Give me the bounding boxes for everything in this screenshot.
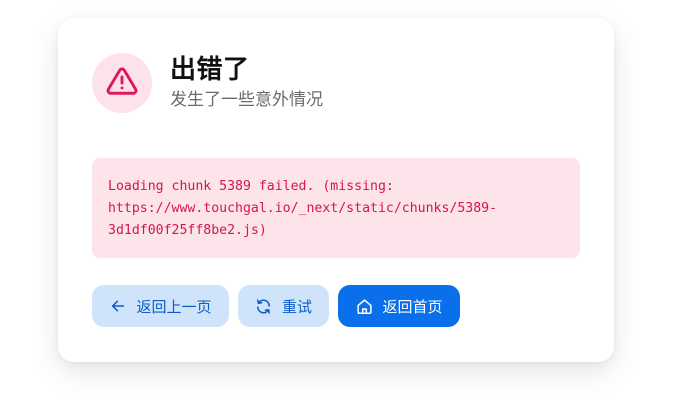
home-icon <box>355 297 373 315</box>
page-background: 出错了 发生了一些意外情况 Loading chunk 5389 failed.… <box>0 0 690 395</box>
page-title: 出错了 <box>170 55 250 85</box>
header-titles: 出错了 发生了一些意外情况 <box>170 55 323 111</box>
warning-triangle-icon <box>106 65 138 101</box>
home-button[interactable]: 返回首页 <box>338 285 460 327</box>
error-message: Loading chunk 5389 failed. (missing: htt… <box>108 179 498 238</box>
warning-badge <box>92 53 152 113</box>
error-header: 出错了 发生了一些意外情况 <box>92 53 323 113</box>
error-card: 出错了 发生了一些意外情况 Loading chunk 5389 failed.… <box>58 18 614 362</box>
refresh-icon <box>255 297 273 315</box>
home-button-label: 返回首页 <box>382 298 443 316</box>
retry-button[interactable]: 重试 <box>238 285 329 327</box>
page-subtitle: 发生了一些意外情况 <box>170 90 323 110</box>
error-message-box: Loading chunk 5389 failed. (missing: htt… <box>92 158 580 258</box>
back-button[interactable]: 返回上一页 <box>92 285 229 327</box>
action-buttons: 返回上一页 重试 返回首页 <box>92 285 460 327</box>
arrow-left-icon <box>109 297 127 315</box>
back-button-label: 返回上一页 <box>136 298 212 316</box>
retry-button-label: 重试 <box>281 298 312 316</box>
